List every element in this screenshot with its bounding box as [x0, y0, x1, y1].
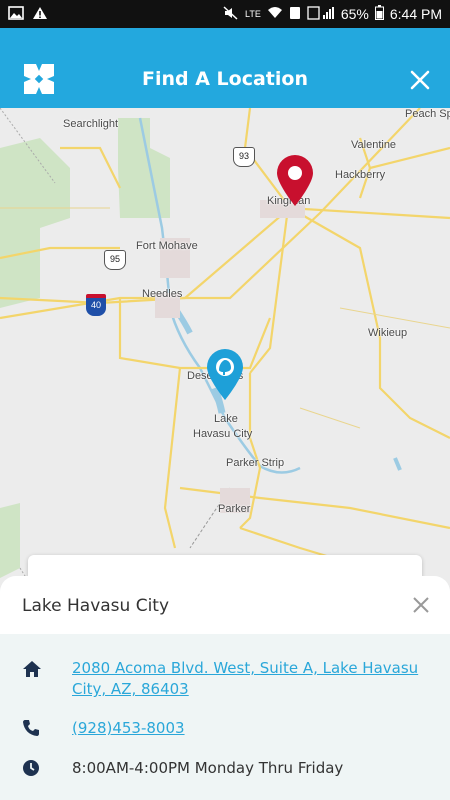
status-bar: LTE 65% 6:44 PM: [0, 0, 450, 28]
i-40-label: 40: [90, 300, 101, 310]
app-header: Find A Location: [0, 28, 450, 108]
map-label-parker-strip: Parker Strip: [226, 457, 285, 469]
map-label-searchlight: Searchlight: [63, 118, 119, 130]
map-label-wikieup: Wikieup: [368, 327, 408, 339]
location-detail-sheet: Lake Havasu City 2080 Acoma Blvd. West, …: [0, 576, 450, 800]
map-label-peach-springs: Peach Sp: [405, 108, 450, 120]
sim-icon: [289, 6, 301, 23]
kingman-pin-icon[interactable]: [275, 154, 315, 208]
map-label-lake: Lake: [214, 413, 238, 425]
mute-icon: [223, 5, 239, 23]
clock-icon: [22, 759, 42, 779]
signal-icon: [307, 5, 335, 23]
gallery-notification-icon: [8, 6, 24, 23]
network-type: LTE: [244, 9, 261, 19]
map-label-parker: Parker: [218, 503, 251, 515]
phone-link[interactable]: (928)453-8003: [72, 718, 432, 739]
map-label-havasu-city: Havasu City: [193, 428, 253, 440]
us-95-label: 95: [109, 254, 120, 264]
i-40-shield-icon: 40: [86, 294, 106, 316]
us-93-shield-icon: 93: [233, 147, 255, 167]
sheet-close-icon[interactable]: [412, 596, 430, 614]
close-icon[interactable]: [408, 68, 432, 92]
us-95-shield-icon: 95: [104, 250, 126, 270]
map-label-hackberry: Hackberry: [335, 169, 386, 181]
phone-icon: [22, 719, 42, 739]
us-93-label: 93: [238, 151, 249, 161]
map-label-fort-mohave: Fort Mohave: [136, 240, 198, 252]
map-label-needles: Needles: [142, 288, 183, 300]
warning-icon: [32, 6, 48, 23]
page-title: Find A Location: [142, 68, 308, 90]
wifi-icon: [267, 6, 283, 22]
map-view[interactable]: Searchlight Peach Sp Valentine Hackberry…: [0, 108, 450, 600]
map-label-valentine: Valentine: [351, 139, 397, 151]
battery-icon: [374, 5, 384, 23]
sheet-header: Lake Havasu City: [0, 576, 450, 634]
home-icon: [22, 660, 42, 680]
battery-percent: 65%: [340, 6, 369, 22]
business-hours: 8:00AM-4:00PM Monday Thru Friday: [72, 759, 344, 777]
address-line1: 2080 Acoma Blvd. West, Suite A, Lake Hav…: [72, 659, 419, 677]
clock: 6:44 PM: [389, 6, 442, 22]
lake-havasu-pin-icon[interactable]: [205, 348, 245, 402]
address-line2: City, AZ, 86403: [72, 680, 189, 698]
location-title: Lake Havasu City: [22, 596, 170, 616]
address-link[interactable]: 2080 Acoma Blvd. West, Suite A, Lake Hav…: [72, 658, 432, 700]
